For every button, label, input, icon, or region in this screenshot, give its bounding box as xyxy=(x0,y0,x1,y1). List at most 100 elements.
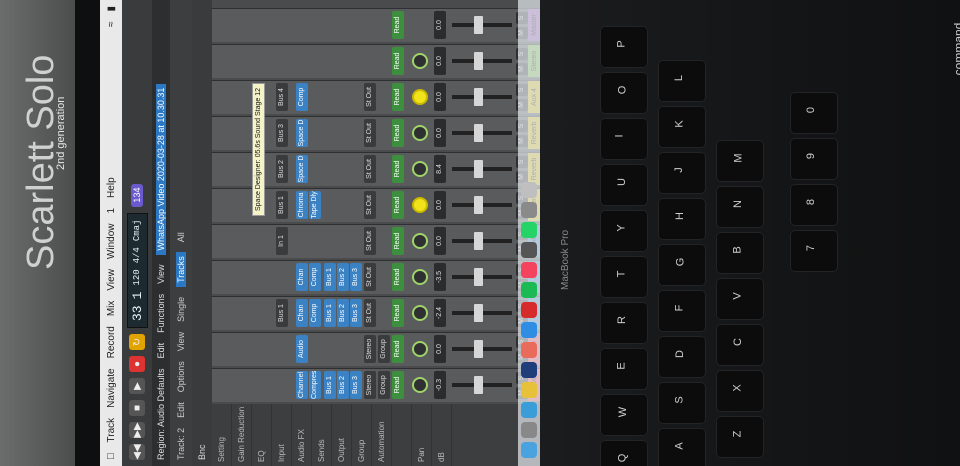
automation-slot[interactable]: Read xyxy=(392,119,404,147)
audio-fx-slot[interactable]: Audio FX xyxy=(296,335,308,363)
automation-slot[interactable]: Read xyxy=(392,83,404,111)
audio-fx-slot[interactable]: Space D xyxy=(296,119,308,147)
group-slot[interactable]: Group xyxy=(378,371,390,399)
mixer-options-menu[interactable]: Options xyxy=(176,361,186,392)
automation-slot[interactable]: Read xyxy=(392,11,404,39)
stop-icon[interactable]: ■ xyxy=(129,400,145,416)
output-slot[interactable]: St Out xyxy=(364,263,376,291)
cycle-icon[interactable]: ↻ xyxy=(129,334,145,350)
pan-knob[interactable] xyxy=(412,161,428,177)
send-slot[interactable]: Bus 1 xyxy=(324,299,336,327)
input-slot[interactable]: Bus 3 xyxy=(276,119,288,147)
fader-handle[interactable] xyxy=(474,88,483,106)
apple-icon[interactable]:  xyxy=(106,453,117,461)
pan-knob[interactable] xyxy=(412,305,428,321)
automation-slot[interactable]: Read xyxy=(392,227,404,255)
audio-fx-slot[interactable]: Tape Dly xyxy=(309,191,321,219)
clip-title[interactable]: WhatsApp Video 2020-03-28 at 10.30.31 xyxy=(156,83,166,255)
functions-menu[interactable]: Functions xyxy=(156,294,166,333)
tab-tracks[interactable]: Tracks xyxy=(176,252,186,287)
input-slot[interactable]: Bus 1 xyxy=(276,191,288,219)
safari-icon[interactable] xyxy=(521,402,537,418)
menu-item-1[interactable]: 1 xyxy=(106,208,117,214)
menu-item-help[interactable]: Help xyxy=(106,177,117,198)
output-slot[interactable]: Stereo Out xyxy=(364,335,376,363)
audio-fx-slot[interactable]: Comp xyxy=(309,299,321,327)
fader-handle[interactable] xyxy=(474,52,483,70)
send-slot[interactable]: Bus 2 xyxy=(337,299,349,327)
music-icon[interactable] xyxy=(521,262,537,278)
tab-single[interactable]: Single xyxy=(176,297,186,322)
output-slot[interactable]: St Out xyxy=(364,83,376,111)
settings-icon[interactable] xyxy=(521,202,537,218)
audio-fx-slot[interactable]: Chroma xyxy=(296,191,308,219)
send-slot[interactable]: Bus 3 xyxy=(350,299,362,327)
mixer-view-menu[interactable]: View xyxy=(176,332,186,351)
automation-slot[interactable]: Read xyxy=(392,335,404,363)
fader-handle[interactable] xyxy=(474,340,483,358)
launchpad-icon[interactable] xyxy=(521,422,537,438)
audio-fx-slot[interactable]: Compressor xyxy=(309,371,321,399)
output-slot[interactable]: St Out xyxy=(364,191,376,219)
input-slot[interactable]: Bus 4 xyxy=(276,83,288,111)
automation-slot[interactable]: Read xyxy=(392,191,404,219)
audio-fx-slot[interactable]: Chan EQ xyxy=(296,299,308,327)
wifi-icon[interactable]: ≈ xyxy=(106,22,117,28)
output-slot[interactable]: Stereo Out xyxy=(364,371,376,399)
output-slot[interactable]: St Out xyxy=(364,227,376,255)
fader-handle[interactable] xyxy=(474,160,483,178)
chrome-icon[interactable] xyxy=(521,382,537,398)
finder-icon[interactable] xyxy=(521,442,537,458)
fader-handle[interactable] xyxy=(474,232,483,250)
input-slot[interactable]: Bus 2 xyxy=(276,155,288,183)
app-store-icon[interactable] xyxy=(521,322,537,338)
menu-item-mix[interactable]: Mix xyxy=(106,301,117,317)
play-icon[interactable]: ▶ xyxy=(129,378,145,394)
audio-fx-slot[interactable]: Space D xyxy=(296,155,308,183)
automation-slot[interactable]: Read xyxy=(392,155,404,183)
input-slot[interactable]: In 1 xyxy=(276,227,288,255)
fader-handle[interactable] xyxy=(474,196,483,214)
menu-item-record[interactable]: Record xyxy=(106,326,117,358)
mixer-edit-menu[interactable]: Edit xyxy=(176,402,186,418)
logic-icon[interactable] xyxy=(521,242,537,258)
output-slot[interactable]: St Out xyxy=(364,155,376,183)
acrobat-icon[interactable] xyxy=(521,302,537,318)
rewind-icon[interactable]: ◀◀ xyxy=(129,444,145,460)
fader-handle[interactable] xyxy=(474,268,483,286)
automation-slot[interactable]: Read xyxy=(392,371,404,399)
view-menu[interactable]: View xyxy=(156,265,166,284)
fader-handle[interactable] xyxy=(474,16,483,34)
automation-slot[interactable]: Read xyxy=(392,47,404,75)
pan-knob[interactable] xyxy=(412,377,428,393)
menu-item-navigate[interactable]: Navigate xyxy=(106,368,117,407)
forward-icon[interactable]: ▶▶ xyxy=(129,422,145,438)
photos-icon[interactable] xyxy=(521,342,537,358)
send-slot[interactable]: Bus 2 xyxy=(337,263,349,291)
send-slot[interactable]: Bus 1 xyxy=(324,263,336,291)
automation-slot[interactable]: Read xyxy=(392,263,404,291)
pan-knob[interactable] xyxy=(412,53,428,69)
spotify-icon[interactable] xyxy=(521,282,537,298)
pan-knob[interactable] xyxy=(412,269,428,285)
whatsapp-icon[interactable] xyxy=(521,222,537,238)
output-slot[interactable]: St Out xyxy=(364,299,376,327)
pan-knob[interactable] xyxy=(412,89,428,105)
audio-fx-slot[interactable]: Comp xyxy=(296,83,308,111)
tab-all[interactable]: All xyxy=(176,232,186,242)
send-slot[interactable]: Bus 3 xyxy=(350,371,362,399)
photoshop-icon[interactable] xyxy=(521,362,537,378)
trash-icon[interactable] xyxy=(521,182,537,198)
send-slot[interactable]: Bus 1 xyxy=(324,371,336,399)
input-slot[interactable]: Bus 1 xyxy=(276,299,288,327)
menu-item-track[interactable]: Track xyxy=(106,418,117,443)
edit-menu[interactable]: Edit xyxy=(156,343,166,359)
menu-item-view[interactable]: View xyxy=(106,269,117,291)
audio-fx-slot[interactable]: Chan EQ xyxy=(296,263,308,291)
pan-knob[interactable] xyxy=(412,197,428,213)
automation-slot[interactable]: Read xyxy=(392,299,404,327)
pan-knob[interactable] xyxy=(412,125,428,141)
fader-handle[interactable] xyxy=(474,376,483,394)
audio-fx-slot[interactable]: Channel EQ xyxy=(296,371,308,399)
menu-item-window[interactable]: Window xyxy=(106,224,117,260)
